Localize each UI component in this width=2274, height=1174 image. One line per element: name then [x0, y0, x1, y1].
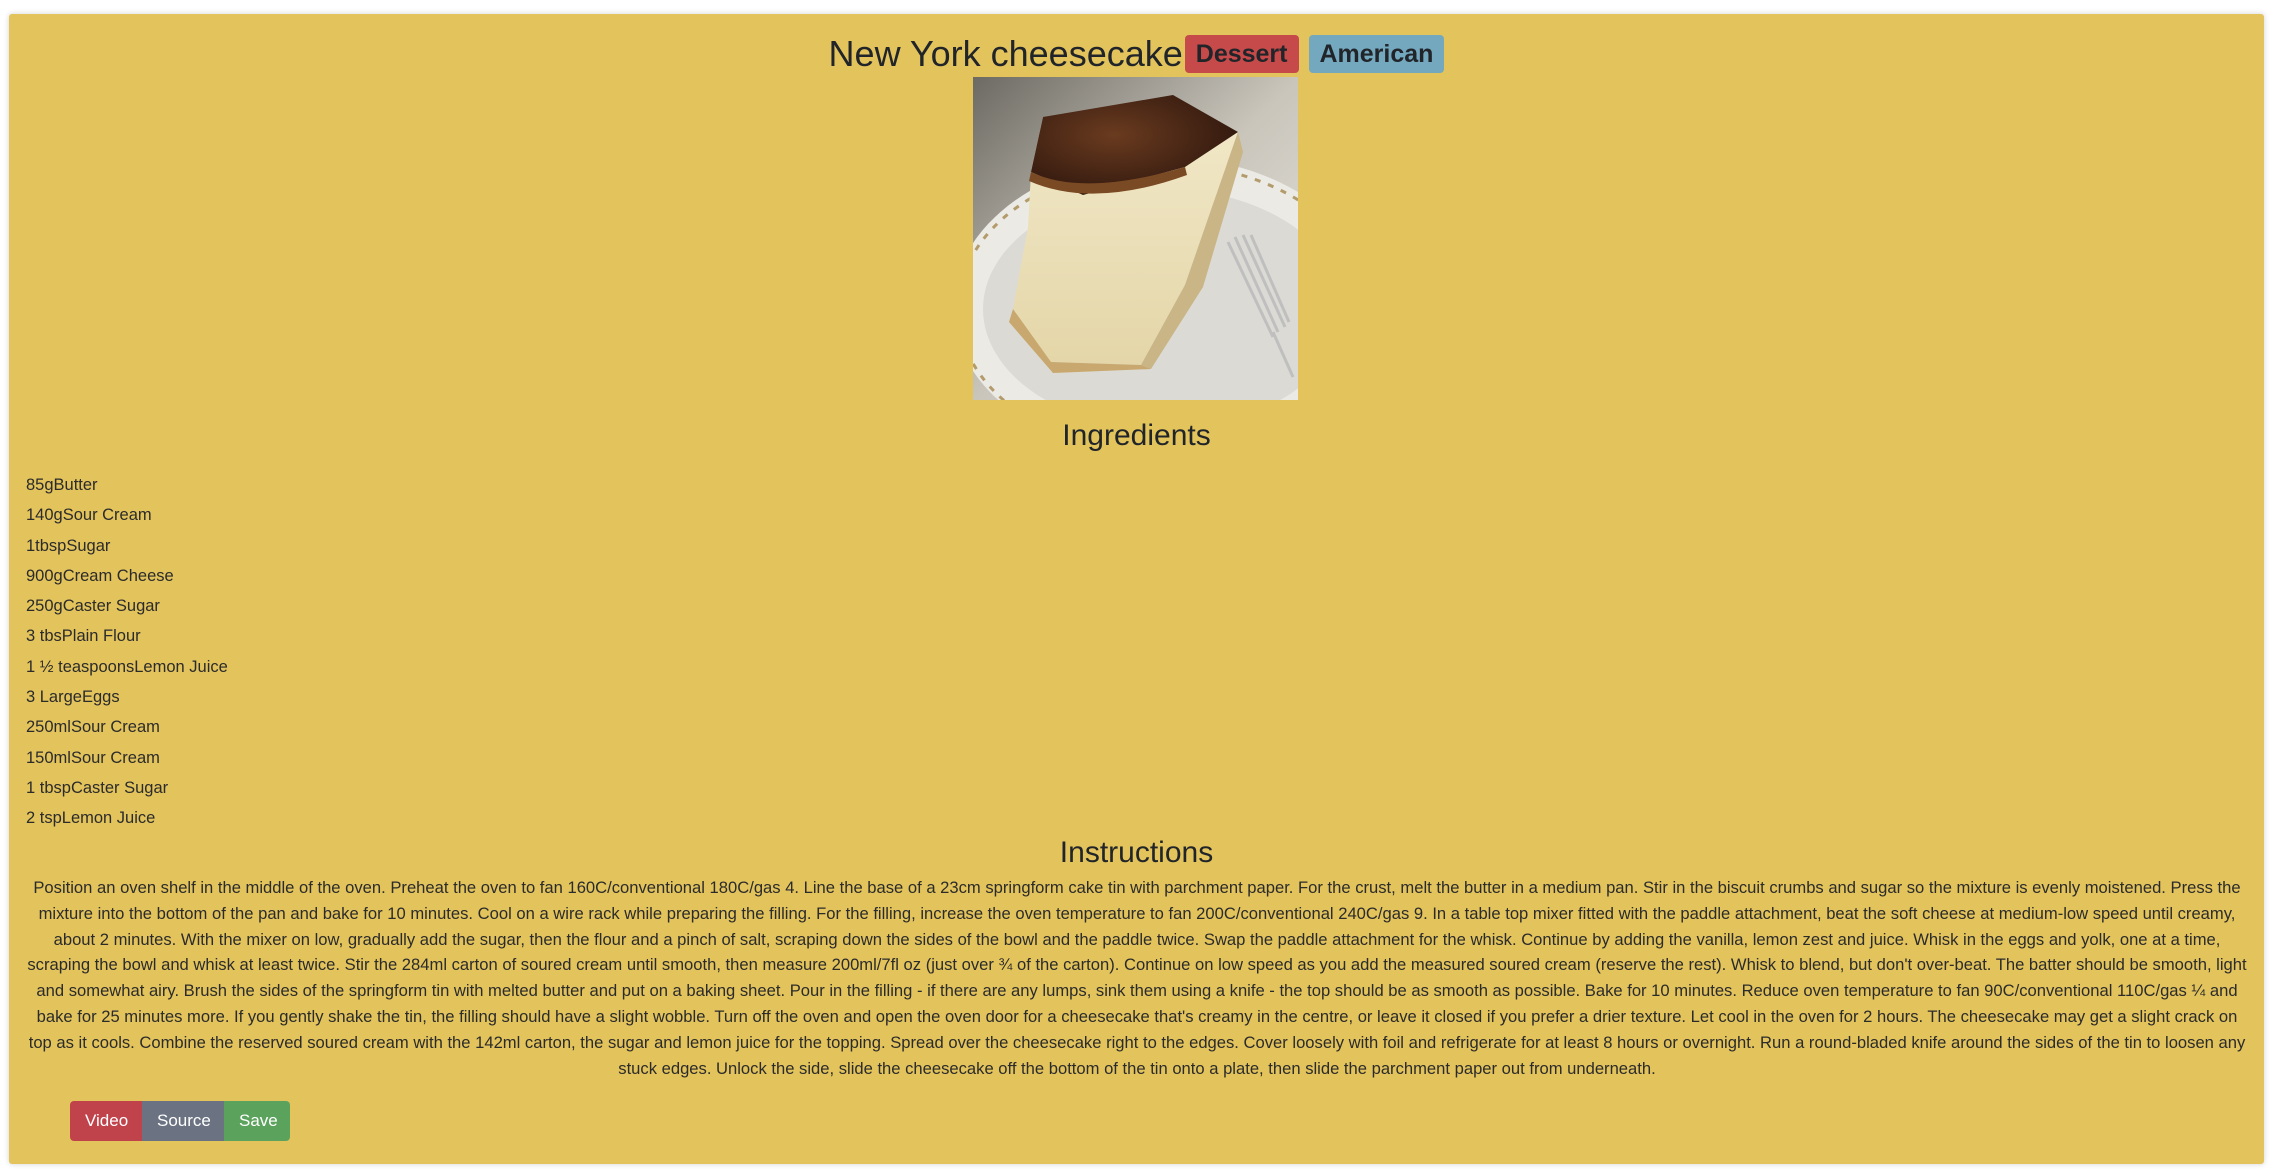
- ingredient-item: 900gCream Cheese: [26, 566, 174, 585]
- ingredient-item: 3 tbsPlain Flour: [26, 627, 141, 646]
- ingredient-item: 250mlSour Cream: [26, 718, 160, 737]
- ingredient-item: 3 LargeEggs: [26, 688, 120, 707]
- recipe-image: [973, 77, 1298, 400]
- area-badge: American: [1308, 35, 1445, 73]
- recipe-title: New York cheesecake: [828, 33, 1183, 74]
- ingredient-item: 2 tspLemon Juice: [26, 809, 156, 828]
- recipe-card: New York cheesecake Dessert American Ing…: [9, 14, 2264, 1164]
- title-row: New York cheesecake Dessert American: [9, 32, 2264, 76]
- instructions-text: Position an oven shelf in the middle of …: [27, 878, 2247, 1078]
- category-badge: Dessert: [1184, 35, 1299, 73]
- ingredient-item: 85gButter: [26, 476, 98, 494]
- ingredient-item: 1 tbspCaster Sugar: [26, 778, 169, 797]
- ingredients-heading: Ingredients: [1062, 419, 1211, 452]
- video-button[interactable]: Video: [70, 1101, 142, 1141]
- ingredient-item: 150mlSour Cream: [26, 748, 160, 767]
- save-button[interactable]: Save: [224, 1101, 290, 1141]
- ingredient-item: 1tbspSugar: [26, 536, 111, 555]
- ingredient-item: 250gCaster Sugar: [26, 597, 160, 616]
- ingredient-item: 140gSour Cream: [26, 506, 152, 525]
- action-button-group: Video Source Save: [70, 1101, 290, 1141]
- instructions-heading: Instructions: [1059, 836, 1214, 869]
- ingredient-item: 1 ½ teaspoonsLemon Juice: [26, 657, 228, 676]
- ingredients-list: 85gButter 140gSour Cream 1tbspSugar 900g…: [26, 470, 228, 834]
- source-button[interactable]: Source: [142, 1101, 224, 1141]
